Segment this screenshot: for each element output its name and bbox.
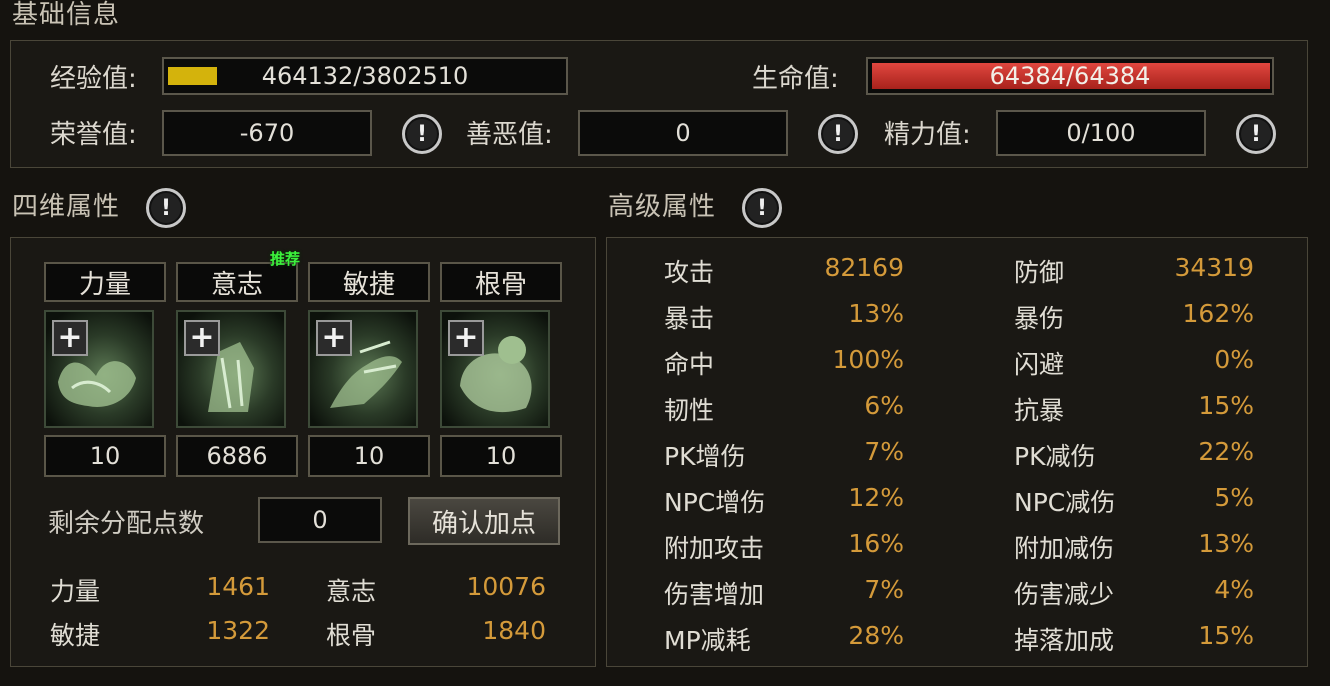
advanced-left-stat-label: 韧性 [664, 396, 715, 425]
attr-value-agility: 10 [308, 435, 430, 477]
recommend-badge: 推荐 [270, 250, 301, 268]
hp-bar: 64384/64384 [866, 57, 1274, 95]
remaining-points-label: 剩余分配点数 [48, 509, 205, 539]
advanced-left-stat-value: 6% [864, 391, 904, 420]
advanced-right-stat-label: 抗暴 [1014, 396, 1065, 425]
honor-field: -670 [162, 110, 372, 156]
advanced-left-stat-label: 暴击 [664, 304, 715, 333]
honor-label: 荣誉值: [50, 120, 137, 150]
hp-label: 生命值: [752, 64, 839, 94]
advanced-right-stat-label: PK减伤 [1014, 442, 1096, 471]
total-strength-value: 1461 [206, 572, 270, 601]
attr-head-constitution: 根骨 [440, 262, 562, 302]
advanced-right-stat-value: 162% [1182, 299, 1254, 328]
advanced-left-stat-value: 13% [848, 299, 904, 328]
advanced-left-stat-value: 28% [848, 621, 904, 650]
advanced-left-stat-value: 7% [864, 437, 904, 466]
exp-value: 464132/3802510 [261, 62, 469, 90]
attr-value-will: 6886 [176, 435, 298, 477]
total-agility-label: 敏捷 [50, 621, 101, 650]
advanced-right-stat-value: 34319 [1174, 253, 1254, 282]
strength-emblem: + [44, 310, 154, 428]
advanced-left-stat-label: MP减耗 [664, 626, 751, 655]
advanced-right-stat-value: 15% [1198, 391, 1254, 420]
advanced-right-stat-label: 闪避 [1014, 350, 1065, 379]
energy-info-icon[interactable]: ! [1236, 114, 1276, 154]
advanced-left-stat-value: 7% [864, 575, 904, 604]
add-constitution-button[interactable]: + [448, 320, 484, 356]
constitution-emblem: + [440, 310, 550, 428]
energy-field: 0/100 [996, 110, 1206, 156]
total-will-label: 意志 [326, 577, 377, 606]
advanced-left-stat-label: PK增伤 [664, 442, 746, 471]
total-constitution-value: 1840 [482, 616, 546, 645]
advanced-left-stat-value: 100% [832, 345, 904, 374]
honor-info-icon[interactable]: ! [402, 114, 442, 154]
advanced-right-stat-value: 22% [1198, 437, 1254, 466]
advanced-right-stat-value: 13% [1198, 529, 1254, 558]
karma-field: 0 [578, 110, 788, 156]
advanced-left-stat-label: 命中 [664, 350, 715, 379]
total-agility-value: 1322 [206, 616, 270, 645]
total-strength-label: 力量 [50, 577, 101, 606]
energy-label: 精力值: [884, 120, 971, 150]
advanced-left-stat-value: 82169 [824, 253, 904, 282]
advanced-right-stat-label: 暴伤 [1014, 304, 1065, 333]
advanced-left-stat-label: 攻击 [664, 258, 715, 287]
agility-emblem: + [308, 310, 418, 428]
section-title-basic: 基础信息 [12, 0, 121, 30]
advanced-right-stat-value: 15% [1198, 621, 1254, 650]
total-constitution-label: 根骨 [326, 621, 377, 650]
will-emblem: + [176, 310, 286, 428]
advanced-right-stat-label: 防御 [1014, 258, 1065, 287]
exp-bar: 464132/3802510 [162, 57, 568, 95]
total-will-value: 10076 [466, 572, 546, 601]
karma-info-icon[interactable]: ! [818, 114, 858, 154]
advanced-right-stat-value: 5% [1214, 483, 1254, 512]
advanced-right-stat-value: 0% [1214, 345, 1254, 374]
karma-label: 善恶值: [466, 120, 553, 150]
add-will-button[interactable]: + [184, 320, 220, 356]
confirm-add-points-button[interactable]: 确认加点 [408, 497, 560, 545]
section-title-advanced: 高级属性 [608, 192, 717, 222]
advanced-left-stat-value: 16% [848, 529, 904, 558]
remaining-points-field: 0 [258, 497, 382, 543]
attr-head-agility: 敏捷 [308, 262, 430, 302]
add-agility-button[interactable]: + [316, 320, 352, 356]
attr-value-strength: 10 [44, 435, 166, 477]
advanced-left-stat-value: 12% [848, 483, 904, 512]
exp-bar-fill [168, 67, 217, 85]
add-strength-button[interactable]: + [52, 320, 88, 356]
four-dim-info-icon[interactable]: ! [146, 188, 186, 228]
advanced-right-stat-value: 4% [1214, 575, 1254, 604]
advanced-info-icon[interactable]: ! [742, 188, 782, 228]
section-title-four-dim: 四维属性 [12, 192, 121, 222]
attr-head-strength: 力量 [44, 262, 166, 302]
hp-value: 64384/64384 [989, 62, 1151, 90]
attr-value-constitution: 10 [440, 435, 562, 477]
exp-label: 经验值: [50, 64, 137, 94]
